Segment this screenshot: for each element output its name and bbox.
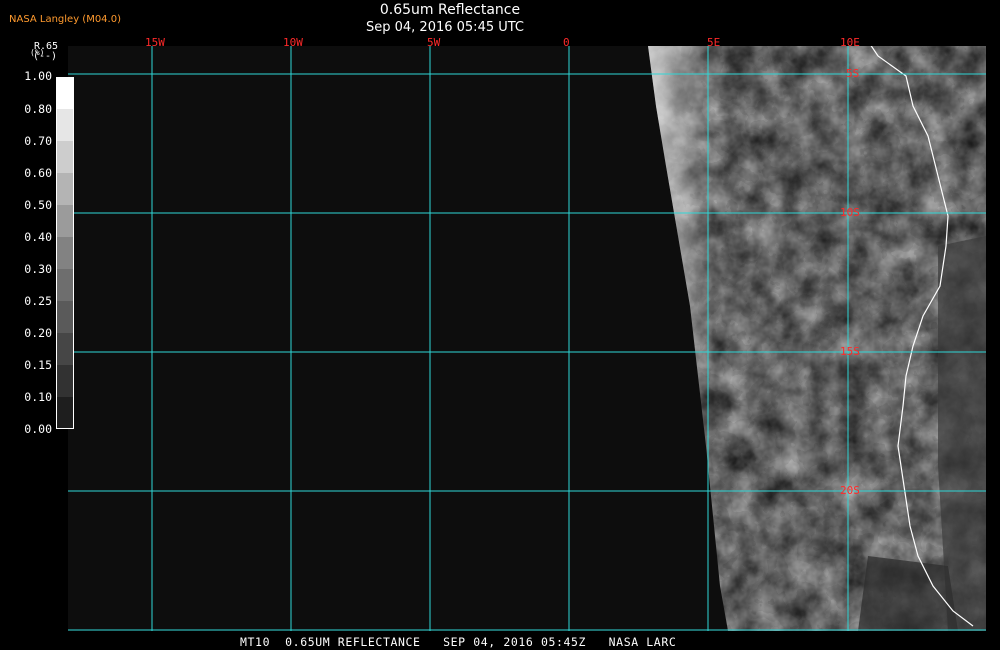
lon-label-10e: 10E bbox=[840, 36, 860, 49]
lon-label-5w: 5W bbox=[427, 36, 441, 49]
lat-label-20s: 20S bbox=[840, 484, 860, 497]
legend-tick: 1.00 bbox=[24, 69, 52, 83]
footer-caption: MT10 0.65UM REFLECTANCE SEP 04, 2016 05:… bbox=[240, 635, 677, 649]
lat-label-10s: 10S bbox=[840, 206, 860, 219]
legend-tick: 0.40 bbox=[24, 230, 52, 244]
legend-tick: 0.10 bbox=[24, 390, 52, 404]
legend-frame bbox=[56, 77, 74, 429]
legend-tick: 0.25 bbox=[24, 294, 52, 308]
legend-tick: 0.50 bbox=[24, 198, 52, 212]
lat-label-5s: 5S bbox=[846, 67, 860, 80]
legend-tick: 0.30 bbox=[24, 262, 52, 276]
satellite-map bbox=[68, 46, 986, 631]
legend-tick: 0.60 bbox=[24, 166, 52, 180]
lon-label-0: 0 bbox=[563, 36, 570, 49]
lon-label-15w: 15W bbox=[145, 36, 165, 49]
legend-tick: 0.70 bbox=[24, 134, 52, 148]
image-title: 0.65um Reflectance bbox=[379, 2, 521, 18]
legend-tick: 0.80 bbox=[24, 102, 52, 116]
lon-label-10w: 10W bbox=[283, 36, 303, 49]
legend-header: R.65 (--) (%) bbox=[30, 42, 58, 62]
lon-label-5e: 5E bbox=[707, 36, 721, 49]
legend-tick: 0.20 bbox=[24, 326, 52, 340]
legend-tick: 0.00 bbox=[24, 422, 52, 436]
legend-tick: 0.15 bbox=[24, 358, 52, 372]
lat-label-15s: 15S bbox=[840, 345, 860, 358]
image-timestamp: Sep 04, 2016 05:45 UTC bbox=[365, 20, 525, 35]
color-legend: 1.00 0.80 0.70 0.60 0.50 0.40 0.30 0.25 … bbox=[0, 68, 80, 438]
